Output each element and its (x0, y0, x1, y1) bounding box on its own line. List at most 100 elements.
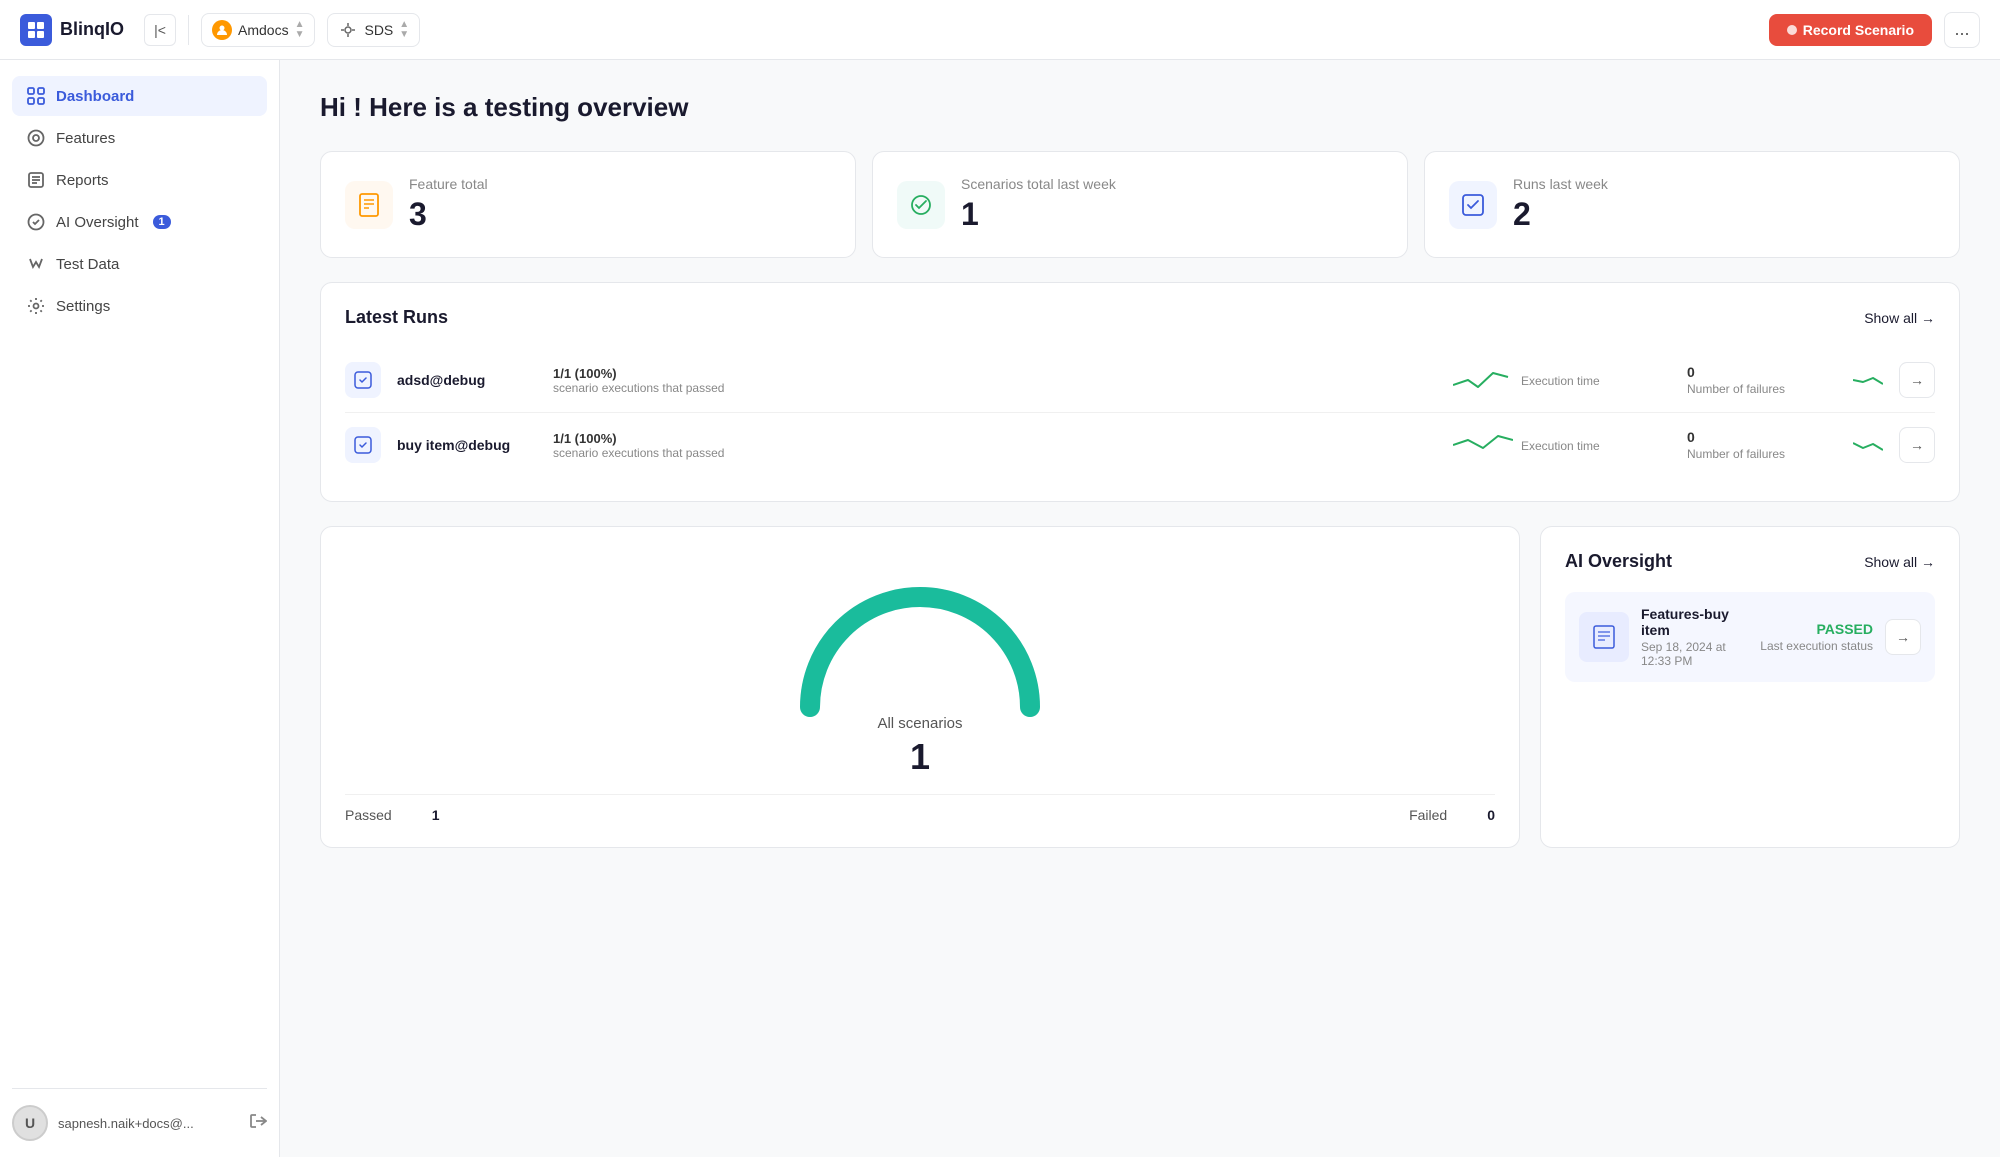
run-chart-0: Execution time (1453, 365, 1671, 395)
oversight-item-0: Features-buy item Sep 18, 2024 at 12:33 … (1565, 592, 1935, 682)
dashboard-icon (26, 86, 46, 106)
run-failures-0: 0 Number of failures (1687, 364, 1837, 396)
sidebar: Dashboard Features Reports AI Oversight … (0, 60, 280, 1157)
gauge-passed: Passed 1 (345, 807, 440, 823)
logout-icon[interactable] (249, 1112, 267, 1135)
sidebar-item-settings[interactable]: Settings (12, 286, 267, 326)
logo-icon (20, 14, 52, 46)
run-chart-1: Execution time (1453, 430, 1671, 460)
app-name: BlinqIO (60, 19, 124, 40)
feature-total-icon (345, 181, 393, 229)
stats-row: Feature total 3 Scenarios total last wee… (320, 151, 1960, 258)
failures-trend-0 (1853, 370, 1883, 390)
run-sub-0: scenario executions that passed (553, 381, 1437, 395)
stat-label-runs-last-week: Runs last week (1513, 176, 1608, 192)
sidebar-item-settings-label: Settings (56, 298, 110, 315)
gauge-card: All scenarios 1 Passed 1 Failed 0 (320, 526, 1520, 848)
run-name-1: buy item@debug (397, 437, 537, 453)
run-name-0: adsd@debug (397, 372, 537, 388)
org-dropdown[interactable]: Amdocs ▲▼ (201, 13, 315, 47)
sidebar-bottom: U sapnesh.naik+docs@... (12, 1088, 267, 1141)
stat-label-feature-total: Feature total (409, 176, 488, 192)
env-name: SDS (364, 22, 393, 38)
sidebar-item-features[interactable]: Features (12, 118, 267, 158)
gauge-stats: Passed 1 Failed 0 (345, 794, 1495, 823)
ai-oversight-header: AI Oversight Show all → (1565, 551, 1935, 572)
sidebar-item-test-data-label: Test Data (56, 256, 119, 273)
stat-card-feature-total: Feature total 3 (320, 151, 856, 258)
env-icon (338, 20, 358, 40)
stat-value-runs-last-week: 2 (1513, 196, 1608, 233)
features-icon (26, 128, 46, 148)
run-stats-0: 1/1 (100%) scenario executions that pass… (553, 366, 1437, 395)
run-nav-button-1[interactable]: → (1899, 427, 1935, 463)
topbar: BlinqIO |< Amdocs ▲▼ SDS ▲▼ Record Scena… (0, 0, 2000, 60)
gauge-label: All scenarios (877, 715, 962, 732)
runs-last-week-icon (1449, 181, 1497, 229)
stat-card-feature-total-info: Feature total 3 (409, 176, 488, 233)
stat-card-runs-last-week: Runs last week 2 (1424, 151, 1960, 258)
reports-icon (26, 170, 46, 190)
sidebar-item-ai-oversight-label: AI Oversight (56, 214, 139, 231)
ai-oversight-show-all[interactable]: Show all → (1864, 554, 1935, 570)
latest-runs-card: Latest Runs Show all → adsd@debug 1/1 (1… (320, 282, 1960, 502)
sidebar-item-reports-label: Reports (56, 172, 109, 189)
latest-runs-header: Latest Runs Show all → (345, 307, 1935, 328)
ai-oversight-icon (26, 212, 46, 232)
run-icon-1 (345, 427, 381, 463)
env-arrows: ▲▼ (399, 20, 409, 40)
sidebar-item-ai-oversight[interactable]: AI Oversight 1 (12, 202, 267, 242)
test-data-icon (26, 254, 46, 274)
oversight-nav-button-0[interactable]: → (1885, 619, 1921, 655)
org-arrows: ▲▼ (295, 20, 305, 40)
latest-runs-show-all[interactable]: Show all → (1864, 310, 1935, 326)
logo: BlinqIO (20, 14, 124, 46)
run-pct-1: 1/1 (100%) (553, 431, 1437, 446)
gauge-failed: Failed 0 (1409, 807, 1495, 823)
settings-icon (26, 296, 46, 316)
gauge-wrap (790, 567, 1050, 707)
stat-card-scenarios-total-info: Scenarios total last week 1 (961, 176, 1116, 233)
oversight-name-0: Features-buy item (1641, 606, 1748, 638)
stat-label-scenarios-total: Scenarios total last week (961, 176, 1116, 192)
stat-card-runs-last-week-info: Runs last week 2 (1513, 176, 1608, 233)
org-name: Amdocs (238, 22, 289, 38)
run-sub-1: scenario executions that passed (553, 446, 1437, 460)
latest-runs-title: Latest Runs (345, 307, 448, 328)
stat-card-scenarios-total: Scenarios total last week 1 (872, 151, 1408, 258)
run-row-1: buy item@debug 1/1 (100%) scenario execu… (345, 413, 1935, 477)
run-stats-1: 1/1 (100%) scenario executions that pass… (553, 431, 1437, 460)
stat-value-scenarios-total: 1 (961, 196, 1116, 233)
run-exec-time-0: Execution time (1521, 372, 1671, 388)
topbar-separator (188, 15, 189, 45)
run-row-0: adsd@debug 1/1 (100%) scenario execution… (345, 348, 1935, 413)
run-icon-0 (345, 362, 381, 398)
page-title: Hi ! Here is a testing overview (320, 92, 1960, 123)
ai-oversight-badge: 1 (153, 215, 171, 229)
oversight-info-0: Features-buy item Sep 18, 2024 at 12:33 … (1641, 606, 1748, 668)
oversight-last-exec-0: Last execution status (1760, 639, 1873, 653)
bottom-row: All scenarios 1 Passed 1 Failed 0 AI Ove… (320, 526, 1960, 848)
oversight-date-0: Sep 18, 2024 at 12:33 PM (1641, 640, 1748, 668)
record-scenario-button[interactable]: Record Scenario (1769, 14, 1932, 46)
main-content: Hi ! Here is a testing overview Feature … (280, 60, 2000, 1157)
more-options-button[interactable]: ... (1944, 12, 1980, 48)
run-pct-0: 1/1 (100%) (553, 366, 1437, 381)
gauge-svg (790, 567, 1050, 717)
ai-oversight-card: AI Oversight Show all → Features-buy ite… (1540, 526, 1960, 848)
ai-oversight-title: AI Oversight (1565, 551, 1672, 572)
record-dot (1787, 25, 1797, 35)
scenarios-total-icon (897, 181, 945, 229)
collapse-button[interactable]: |< (144, 14, 176, 46)
sidebar-item-test-data[interactable]: Test Data (12, 244, 267, 284)
run-nav-button-0[interactable]: → (1899, 362, 1935, 398)
avatar: U (12, 1105, 48, 1141)
org-icon (212, 20, 232, 40)
sidebar-item-reports[interactable]: Reports (12, 160, 267, 200)
oversight-thumb-0 (1579, 612, 1629, 662)
env-dropdown[interactable]: SDS ▲▼ (327, 13, 420, 47)
sidebar-item-dashboard-label: Dashboard (56, 88, 134, 105)
layout: Dashboard Features Reports AI Oversight … (0, 60, 2000, 1157)
sidebar-item-dashboard[interactable]: Dashboard (12, 76, 267, 116)
oversight-status-0: PASSED Last execution status (1760, 621, 1873, 653)
